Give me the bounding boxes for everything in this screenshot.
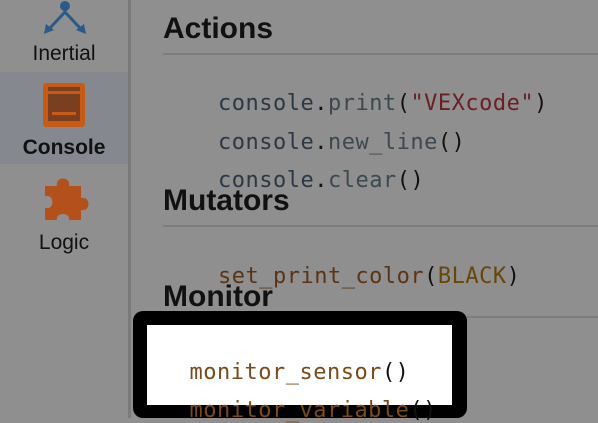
sidebar-item-inertial[interactable]: Inertial (0, 0, 128, 70)
section-title-mutators: Mutators (163, 184, 290, 217)
section-divider (163, 53, 598, 55)
console-icon (42, 82, 86, 134)
section-divider (163, 225, 598, 227)
sidebar-item-logic[interactable]: Logic (0, 166, 128, 260)
section-title-actions: Actions (163, 12, 274, 45)
puzzle-icon (41, 172, 91, 228)
sidebar-item-label: Logic (38, 231, 90, 254)
sidebar-item-label: Console (22, 136, 106, 159)
category-sidebar: Inertial Console Logic (0, 0, 128, 418)
sidebar-item-label: Inertial (32, 42, 96, 65)
section-title-monitor: Monitor (163, 280, 273, 313)
code-snippet-monitor-variable[interactable]: monitor_variable() (162, 373, 437, 423)
inertial-icon (42, 0, 88, 42)
sidebar-item-console[interactable]: Console (0, 72, 128, 164)
